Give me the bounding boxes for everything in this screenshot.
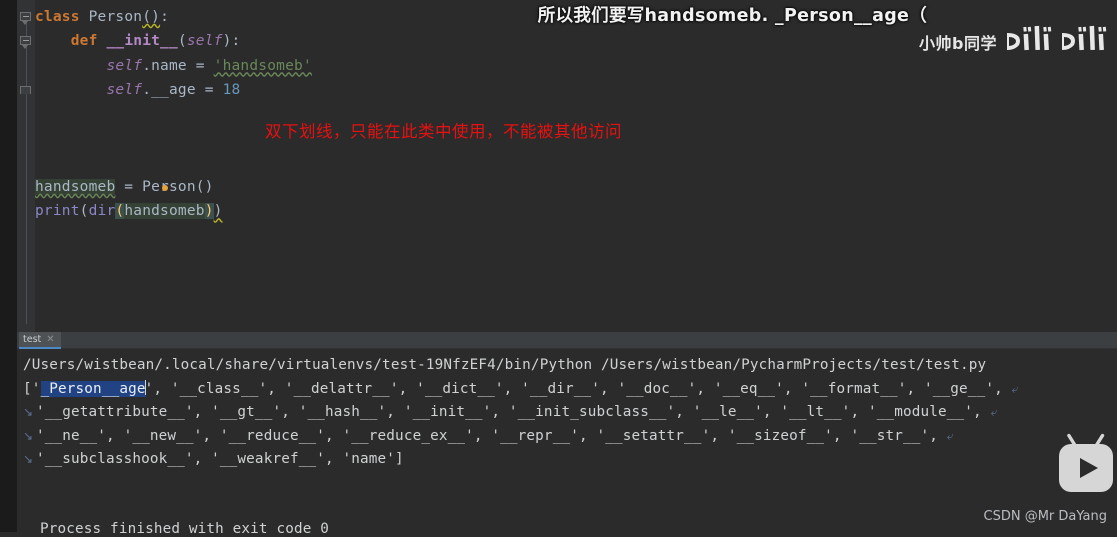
tab-test[interactable]: test ✕: [19, 332, 61, 349]
code-token: =: [115, 179, 143, 196]
bilibili-tv-play-icon: [1059, 433, 1113, 492]
code-token: Person(): [142, 179, 214, 196]
line-self-age[interactable]: self.__age = 18: [35, 78, 1117, 102]
line-class-person[interactable]: class Person():: [35, 5, 1117, 29]
console-out-line-4: ↘ '__subclasshook__', '__weakref__', 'nam…: [23, 448, 1117, 472]
code-token: handsomeb: [124, 203, 205, 220]
code-token: self: [106, 57, 143, 74]
selected-text: _Person__age: [40, 380, 146, 397]
inspection-warning-dot-icon: [161, 185, 168, 192]
code-token: dir: [88, 203, 116, 220]
line-instance[interactable]: handsomeb = Person(): [35, 175, 1117, 199]
run-console-pane: test ✕ /Users/wistbean/.local/share/virt…: [0, 332, 1117, 537]
console-text: [': [23, 380, 41, 397]
console-text: '__subclasshook__', '__weakref__', 'name…: [36, 451, 404, 468]
code-token: 'handsomeb': [213, 57, 312, 74]
code-token: .__age =: [142, 81, 223, 98]
code-token: :: [160, 9, 169, 25]
code-token: def: [70, 33, 98, 50]
console-text: '__getattribute__', '__gt__', '__hash__'…: [36, 404, 991, 421]
console-tab-bar: test ✕: [17, 332, 1117, 349]
soft-wrap-icon: ⤶: [1011, 381, 1019, 396]
fold-marker-end[interactable]: [20, 86, 31, 94]
code-token: self: [186, 33, 223, 50]
console-text: /Users/wistbean/.local/share/virtualenvs…: [23, 357, 987, 373]
close-icon[interactable]: ✕: [46, 334, 54, 345]
code-token: class: [35, 9, 80, 25]
code-token: __init__: [106, 33, 178, 50]
line-wrap-icon: ↘: [23, 405, 34, 420]
console-out-line-1: ['_Person__age', '__class__', '__delattr…: [23, 378, 1117, 402]
code-token: print: [35, 203, 80, 220]
code-token: ): [204, 203, 214, 220]
csdn-watermark: CSDN @Mr DaYang: [983, 509, 1107, 524]
console-out-line-3: ↘ '__ne__', '__new__', '__reduce__', '__r…: [23, 425, 1117, 449]
fold-marker-class[interactable]: [20, 12, 33, 25]
code-token: (): [142, 9, 161, 25]
tab-test-label: test: [23, 334, 42, 345]
channel-name-label: 小帅b同学: [919, 34, 997, 53]
console-out-line-2: ↘ '__getattribute__', '__gt__', '__hash__…: [23, 401, 1117, 425]
code-token: (: [79, 203, 89, 220]
line-self-name[interactable]: self.name = 'handsomeb': [35, 54, 1117, 78]
soft-wrap-icon: ⤶: [990, 405, 998, 420]
code-token: ):: [222, 33, 241, 50]
code-token: (: [177, 33, 187, 50]
bilibili-wordmark-logo: [1001, 25, 1107, 51]
code-token: (: [115, 203, 125, 220]
line-blank-3[interactable]: [35, 151, 1117, 175]
code-token: handsomeb: [35, 179, 116, 196]
fold-marker-init[interactable]: [20, 36, 33, 49]
red-annotation-text: 双下划线，只能在此类中使用，不能被其他访问: [265, 122, 622, 141]
editor-left-margin: [0, 0, 17, 332]
code-token: Person: [88, 9, 143, 25]
console-text: ', '__class__', '__delattr__', '__dict__…: [144, 380, 1012, 397]
console-cmd-line: /Users/wistbean/.local/share/virtualenvs…: [23, 354, 1117, 378]
process-finished-text: Process finished with exit code 0: [40, 521, 329, 537]
soft-wrap-icon: ⤶: [946, 428, 954, 443]
console-left-margin: [0, 332, 17, 532]
editor-gutter[interactable]: [17, 0, 35, 332]
code-token: ): [213, 203, 223, 220]
code-fold-guide-line: [25, 12, 27, 324]
code-token: self: [106, 81, 143, 98]
line-wrap-icon: ↘: [23, 428, 34, 443]
console-text: '__ne__', '__new__', '__reduce__', '__re…: [36, 427, 947, 444]
console-output-text[interactable]: /Users/wistbean/.local/share/virtualenvs…: [17, 349, 1117, 537]
line-print-dir[interactable]: print(dir(handsomeb)): [35, 199, 1117, 223]
code-token: 18: [222, 81, 241, 98]
code-token: .name =: [142, 57, 214, 74]
line-wrap-icon: ↘: [23, 452, 34, 467]
